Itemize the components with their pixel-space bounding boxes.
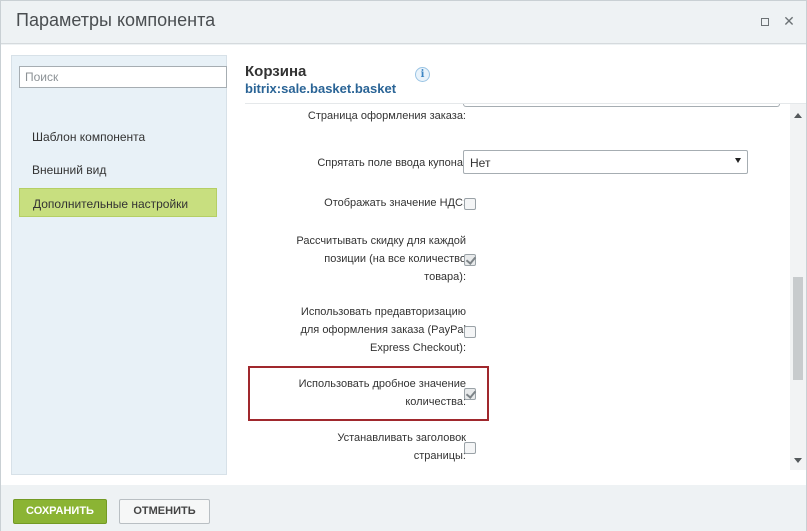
vertical-scrollbar[interactable] [790,104,806,470]
show-vat-checkbox[interactable] [464,198,476,210]
chevron-down-icon [735,158,741,163]
paypal-preauth-checkbox[interactable] [464,326,476,338]
sidebar-item-template[interactable]: Шаблон компонента [19,122,217,151]
hide-coupon-select[interactable]: Нет [463,150,748,174]
set-page-title-checkbox[interactable] [464,442,476,454]
maximize-icon [761,18,769,26]
dialog-titlebar[interactable]: Параметры компонента ✕ [1,1,806,44]
scrollbar-thumb[interactable] [793,277,803,380]
info-icon[interactable]: i [415,67,430,82]
component-title: Корзина [245,63,307,80]
sidebar-item-label: Внешний вид [32,163,107,177]
setting-label-show-vat: Отображать значение НДС: [324,197,466,209]
setting-label-set-page-title: Устанавливать заголовок страницы: [337,432,466,462]
sidebar-item-label: Дополнительные настройки [33,197,189,211]
setting-label-hide-coupon: Спрятать поле ввода купона: [317,157,466,169]
discount-per-item-checkbox[interactable] [464,254,476,266]
setting-label-discount-per-item: Рассчитывать скидку для каждой позиции (… [296,235,466,283]
settings-main: Корзина bitrix:sale.basket.basket i Стра… [245,45,806,485]
scroll-up-icon[interactable] [794,113,802,118]
setting-label-fractional-quantity: Использовать дробное значение количества… [298,378,466,408]
sidebar-item-label: Шаблон компонента [32,130,146,144]
save-button[interactable]: СОХРАНИТЬ [13,499,107,524]
cancel-button[interactable]: ОТМЕНИТЬ [119,499,210,524]
close-icon: ✕ [783,14,795,30]
setting-label-order-page: Страница оформления заказа: [307,110,466,122]
select-value: Нет [470,156,491,170]
component-code: bitrix:sale.basket.basket [245,81,397,96]
component-parameters-dialog: Параметры компонента ✕ Шаблон компонента… [0,0,807,531]
dialog-body: Шаблон компонента Внешний вид Дополнител… [1,45,806,485]
order-page-input[interactable] [463,104,780,107]
settings-sidebar: Шаблон компонента Внешний вид Дополнител… [11,55,227,475]
setting-label-paypal-preauth: Использовать предавторизацию для оформле… [300,306,466,354]
fractional-quantity-checkbox[interactable] [464,388,476,400]
search-input[interactable] [19,66,227,88]
close-button[interactable]: ✕ [781,14,797,30]
settings-scroll-area[interactable]: Страница оформления заказа: Спрятать пол… [245,104,790,470]
sidebar-item-appearance[interactable]: Внешний вид [19,155,217,184]
scroll-down-icon[interactable] [794,458,802,463]
maximize-button[interactable] [757,14,773,30]
dialog-title: Параметры компонента [16,10,216,30]
dialog-footer: СОХРАНИТЬ ОТМЕНИТЬ [1,485,806,531]
sidebar-item-additional-settings[interactable]: Дополнительные настройки [19,188,217,217]
